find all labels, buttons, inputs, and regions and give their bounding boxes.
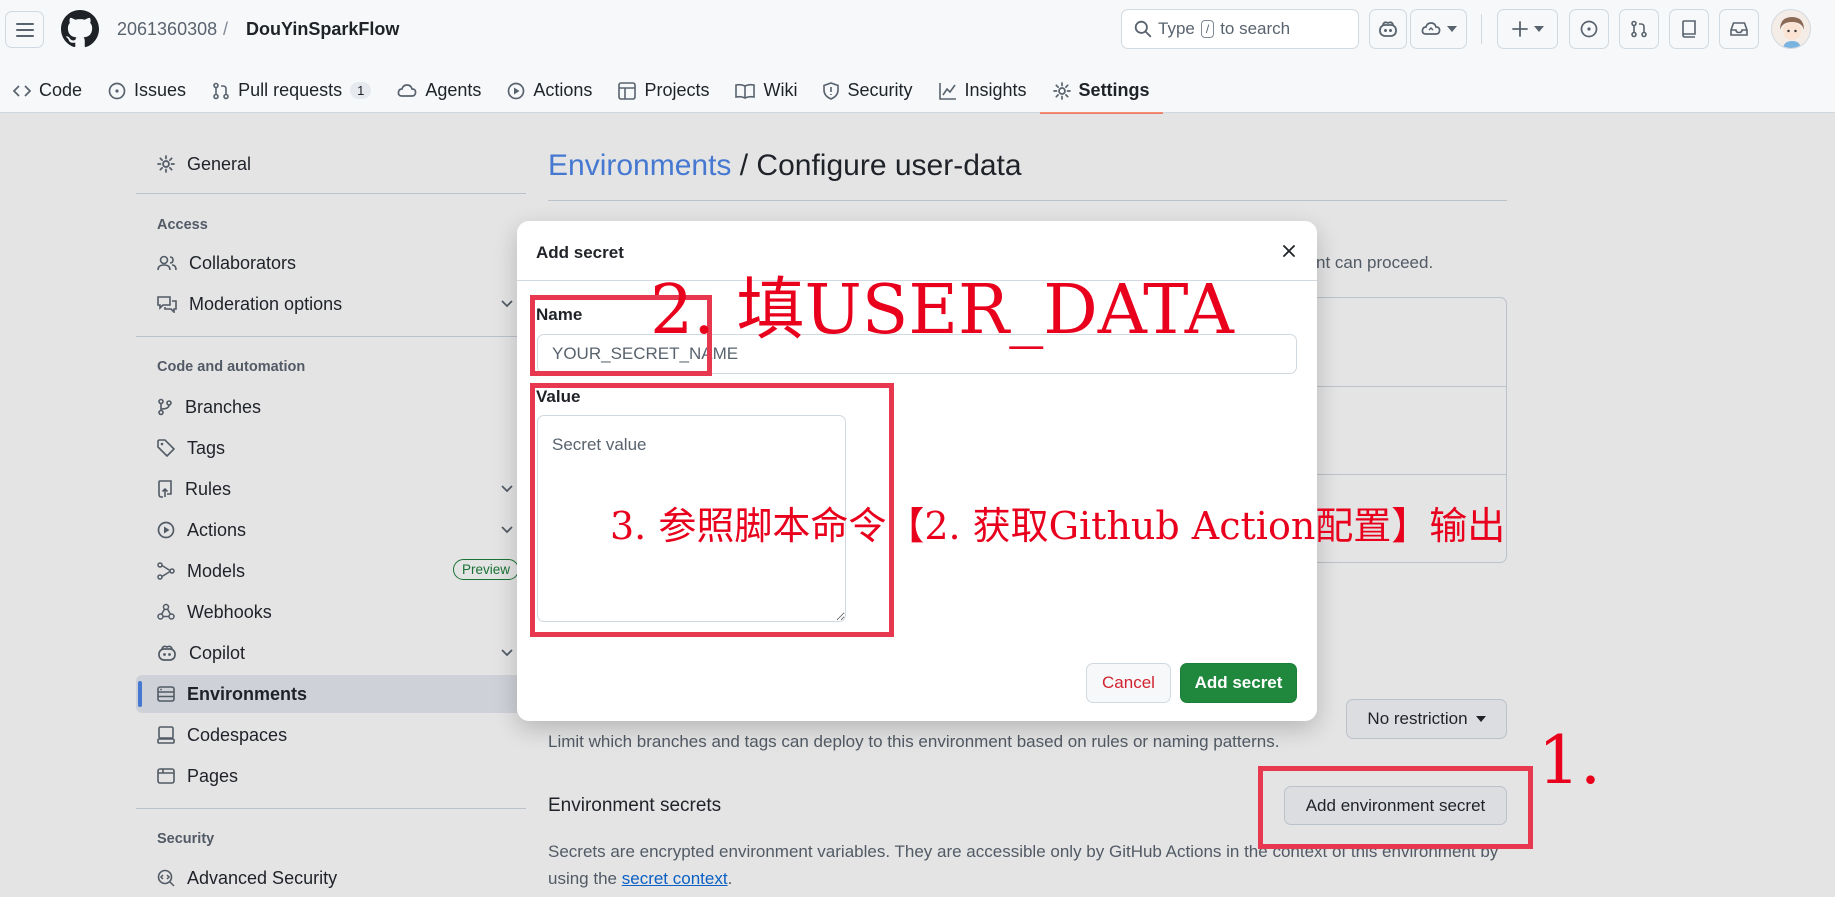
pull-request-count-badge: 1 [350,82,372,99]
book-icon [735,83,756,99]
inbox-icon [1730,22,1748,36]
close-icon [1283,245,1295,257]
search-icon [1134,20,1152,38]
annotation-step-2: 2. 填USER_DATA [650,271,1234,350]
annotation-step-3: 3. 参照脚本命令【2. 获取Github Action配置】输出 [610,504,1506,548]
shield-icon [823,81,840,100]
copilot-button[interactable] [1369,9,1407,49]
agents-menu-button[interactable] [1410,9,1467,49]
pull-requests-button[interactable] [1619,9,1659,49]
tab-label: Actions [533,80,593,100]
github-logo-icon[interactable] [61,10,99,48]
pull-request-icon [213,82,229,99]
tab-label: Settings [1078,80,1150,100]
tab-security[interactable]: Security [810,68,925,113]
cancel-button[interactable]: Cancel [1086,663,1171,703]
avatar-image-icon [1772,10,1810,48]
tab-label: Insights [964,80,1027,100]
tab-label: Security [847,80,913,100]
user-avatar[interactable] [1771,9,1811,49]
repositories-button[interactable] [1669,9,1709,49]
tab-label: Wiki [763,80,798,100]
menu-button[interactable] [5,11,44,48]
issues-button[interactable] [1569,9,1609,49]
header-divider [1481,14,1482,44]
annotation-box-add-env-secret [1258,766,1533,849]
search-prefix: Type [1158,19,1195,38]
tab-code[interactable]: Code [0,68,95,113]
tab-projects[interactable]: Projects [605,68,722,113]
create-new-button[interactable] [1497,9,1558,49]
tab-wiki[interactable]: Wiki [722,68,810,113]
chevron-down-icon [1533,26,1544,32]
tab-agents[interactable]: Agents [384,68,494,113]
inbox-button[interactable] [1719,9,1759,49]
search-input[interactable]: Type / to search [1121,9,1359,49]
pull-request-icon [1631,20,1647,38]
cloud-agent-icon [1421,22,1440,35]
tab-label: Issues [134,80,187,100]
graph-icon [938,82,956,100]
issue-icon [1580,20,1598,38]
tab-actions[interactable]: Actions [494,68,605,113]
plus-icon [1511,21,1528,37]
issue-icon [108,82,126,99]
breadcrumb-repo[interactable]: DouYinSparkFlow [246,19,399,40]
breadcrumb-separator: / [223,19,229,39]
hamburger-icon [15,22,34,37]
table-icon [618,81,637,100]
tab-label: Projects [644,80,710,100]
close-dialog-button[interactable] [1275,237,1303,265]
breadcrumb-owner[interactable]: 2061360308 [117,19,217,40]
copilot-icon [1379,21,1397,37]
add-secret-button[interactable]: Add secret [1180,663,1297,703]
tab-settings[interactable]: Settings [1039,68,1163,114]
gear-icon [1052,81,1071,100]
play-icon [508,82,525,99]
search-shortcut-key: / [1200,20,1215,38]
tab-pull-requests[interactable]: Pull requests 1 [199,68,384,113]
tab-insights[interactable]: Insights [926,68,1040,113]
agent-icon [397,83,417,97]
search-suffix: to search [1220,19,1291,38]
chevron-down-icon [1446,26,1457,32]
repo-tab-nav: Code Issues Pull requests 1 Agents Actio… [0,68,1163,114]
code-icon [13,84,31,97]
tab-label: Agents [425,80,482,100]
dialog-title: Add secret [536,243,624,262]
repo-icon [1682,20,1696,38]
tab-label: Pull requests [238,80,343,100]
tab-label: Code [39,80,83,100]
top-header: 2061360308 / DouYinSparkFlow Type / to s… [0,0,1835,114]
tab-issues[interactable]: Issues [95,68,199,113]
annotation-step-1: 1. [1538,722,1601,799]
